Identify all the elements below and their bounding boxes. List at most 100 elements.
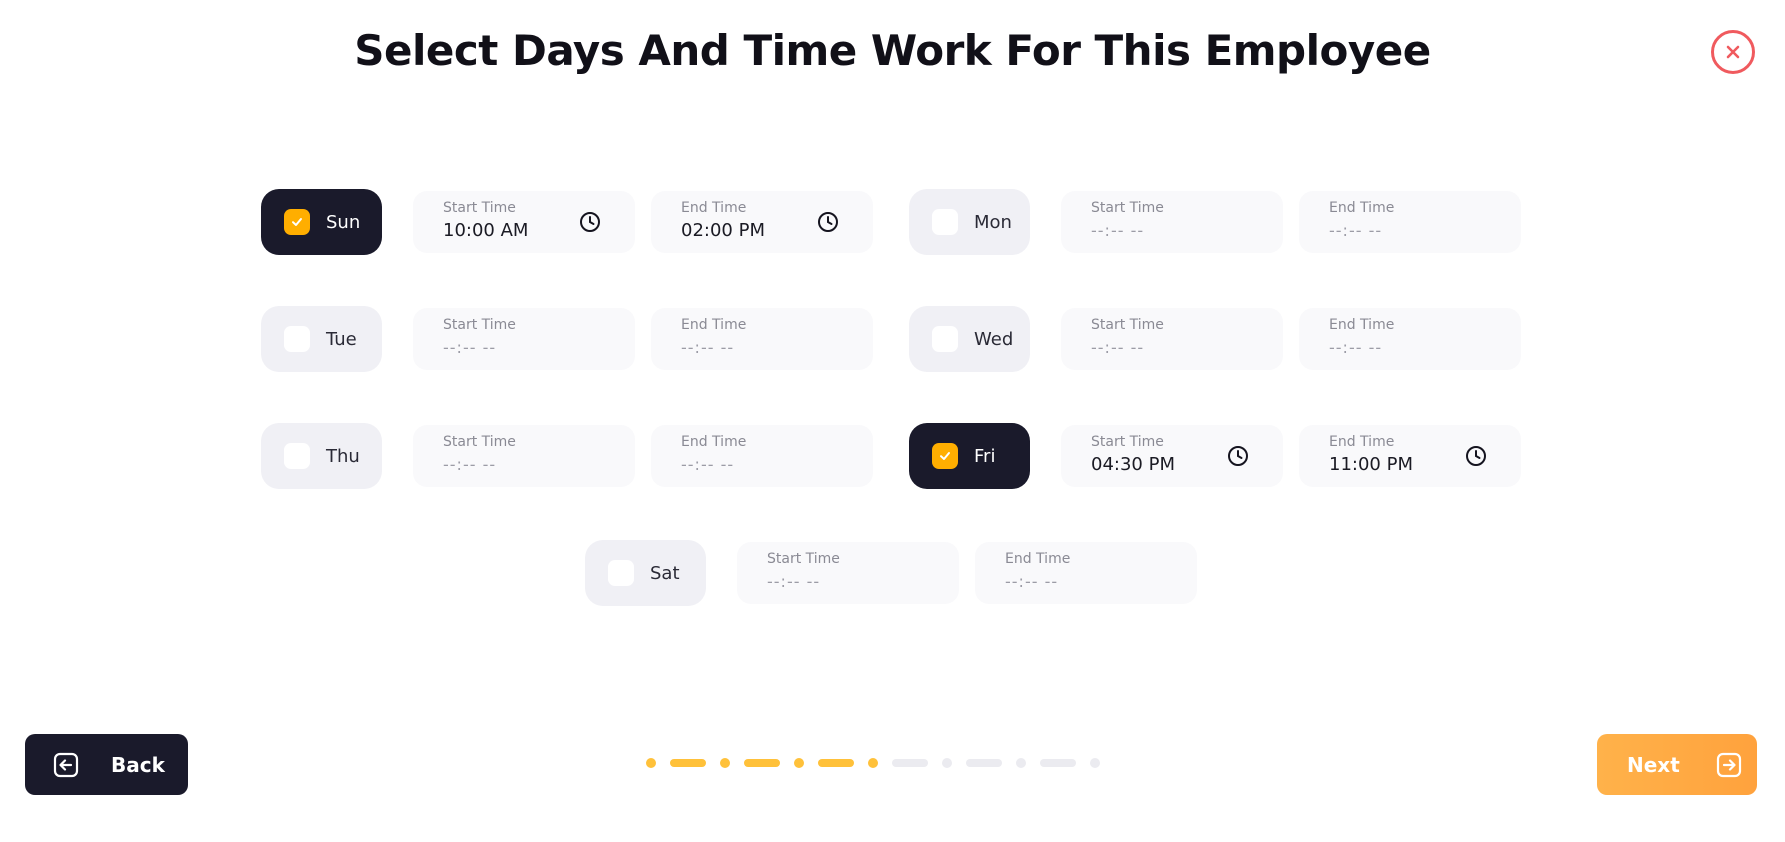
step-dash <box>670 759 706 767</box>
clock-icon[interactable] <box>817 211 839 233</box>
close-button[interactable] <box>1711 30 1755 74</box>
start-time-value: --:-- -- <box>767 572 821 591</box>
end-time-value: --:-- -- <box>1329 338 1383 357</box>
step-dot <box>1016 758 1026 768</box>
step-dot <box>1090 758 1100 768</box>
start-time-input[interactable]: Start Time --:-- -- <box>1061 191 1283 253</box>
day-checkbox[interactable] <box>284 326 310 352</box>
end-time-label: End Time <box>681 317 747 333</box>
start-time-label: Start Time <box>443 317 516 333</box>
step-dot <box>794 758 804 768</box>
step-dot <box>942 758 952 768</box>
start-time-value: --:-- -- <box>1091 338 1145 357</box>
back-button[interactable]: Back <box>25 734 188 795</box>
day-row-thu: Thu Start Time --:-- -- End Time --:-- -… <box>261 423 873 489</box>
day-label: Sun <box>326 211 361 233</box>
step-dash <box>966 759 1002 767</box>
day-label: Fri <box>974 445 996 467</box>
day-label: Sat <box>650 562 680 584</box>
end-time-input[interactable]: End Time --:-- -- <box>651 425 873 487</box>
end-time-value: --:-- -- <box>1329 221 1383 240</box>
end-time-label: End Time <box>1329 200 1395 216</box>
day-label: Mon <box>974 211 1012 233</box>
day-checkbox[interactable] <box>932 326 958 352</box>
clock-icon[interactable] <box>1465 445 1487 467</box>
start-time-input[interactable]: Start Time --:-- -- <box>413 425 635 487</box>
next-button[interactable]: Next <box>1597 734 1757 795</box>
day-checkbox[interactable] <box>284 443 310 469</box>
next-arrow-icon <box>1716 752 1741 777</box>
end-time-input[interactable]: End Time --:-- -- <box>1299 308 1521 370</box>
start-time-value: --:-- -- <box>443 338 497 357</box>
employee-schedule-page: Select Days And Time Work For This Emplo… <box>0 0 1785 842</box>
start-time-input[interactable]: Start Time 10:00 AM <box>413 191 635 253</box>
end-time-input[interactable]: End Time --:-- -- <box>651 308 873 370</box>
day-toggle-mon[interactable]: Mon <box>909 189 1030 255</box>
day-toggle-thu[interactable]: Thu <box>261 423 382 489</box>
day-toggle-wed[interactable]: Wed <box>909 306 1030 372</box>
end-time-label: End Time <box>681 200 747 216</box>
back-button-label: Back <box>111 752 165 777</box>
end-time-value: --:-- -- <box>1005 572 1059 591</box>
start-time-label: Start Time <box>443 200 516 216</box>
start-time-input[interactable]: Start Time --:-- -- <box>1061 308 1283 370</box>
step-dash <box>892 759 928 767</box>
clock-icon[interactable] <box>1227 445 1249 467</box>
progress-stepper <box>646 758 1100 768</box>
start-time-input[interactable]: Start Time --:-- -- <box>413 308 635 370</box>
day-label: Wed <box>974 328 1014 350</box>
step-dash <box>1040 759 1076 767</box>
day-toggle-sun[interactable]: Sun <box>261 189 382 255</box>
start-time-label: Start Time <box>1091 434 1164 450</box>
day-toggle-sat[interactable]: Sat <box>585 540 706 606</box>
day-row-wed: Wed Start Time --:-- -- End Time --:-- -… <box>909 306 1521 372</box>
end-time-value: --:-- -- <box>681 455 735 474</box>
day-toggle-tue[interactable]: Tue <box>261 306 382 372</box>
end-time-label: End Time <box>1005 551 1071 567</box>
end-time-value: 11:00 PM <box>1329 454 1413 475</box>
page-title: Select Days And Time Work For This Emplo… <box>354 26 1431 75</box>
start-time-value: --:-- -- <box>443 455 497 474</box>
step-dot <box>646 758 656 768</box>
close-icon <box>1726 45 1740 59</box>
start-time-input[interactable]: Start Time --:-- -- <box>737 542 959 604</box>
start-time-value: 04:30 PM <box>1091 454 1175 475</box>
start-time-label: Start Time <box>767 551 840 567</box>
day-row-sat: Sat Start Time --:-- -- End Time --:-- -… <box>585 540 1197 606</box>
day-label: Thu <box>326 445 360 467</box>
day-row-sun: Sun Start Time 10:00 AM End Time 02:00 P… <box>261 189 873 255</box>
step-dot <box>868 758 878 768</box>
day-row-fri: Fri Start Time 04:30 PM End Time 11:00 P… <box>909 423 1521 489</box>
start-time-value: --:-- -- <box>1091 221 1145 240</box>
step-dot <box>720 758 730 768</box>
step-dash <box>744 759 780 767</box>
start-time-label: Start Time <box>1091 317 1164 333</box>
end-time-input[interactable]: End Time --:-- -- <box>975 542 1197 604</box>
start-time-input[interactable]: Start Time 04:30 PM <box>1061 425 1283 487</box>
start-time-value: 10:00 AM <box>443 220 529 241</box>
check-icon <box>292 218 302 226</box>
start-time-label: Start Time <box>1091 200 1164 216</box>
day-checkbox[interactable] <box>284 209 310 235</box>
step-dash <box>818 759 854 767</box>
start-time-label: Start Time <box>443 434 516 450</box>
end-time-label: End Time <box>1329 317 1395 333</box>
day-checkbox[interactable] <box>932 209 958 235</box>
day-checkbox[interactable] <box>608 560 634 586</box>
end-time-value: --:-- -- <box>681 338 735 357</box>
day-checkbox[interactable] <box>932 443 958 469</box>
end-time-input[interactable]: End Time --:-- -- <box>1299 191 1521 253</box>
day-row-tue: Tue Start Time --:-- -- End Time --:-- -… <box>261 306 873 372</box>
check-icon <box>940 452 950 460</box>
end-time-value: 02:00 PM <box>681 220 765 241</box>
day-toggle-fri[interactable]: Fri <box>909 423 1030 489</box>
end-time-label: End Time <box>1329 434 1395 450</box>
next-button-label: Next <box>1627 752 1680 777</box>
day-label: Tue <box>326 328 357 350</box>
clock-icon[interactable] <box>579 211 601 233</box>
end-time-input[interactable]: End Time 02:00 PM <box>651 191 873 253</box>
back-arrow-icon <box>53 752 79 777</box>
day-row-mon: Mon Start Time --:-- -- End Time --:-- -… <box>909 189 1521 255</box>
end-time-label: End Time <box>681 434 747 450</box>
end-time-input[interactable]: End Time 11:00 PM <box>1299 425 1521 487</box>
